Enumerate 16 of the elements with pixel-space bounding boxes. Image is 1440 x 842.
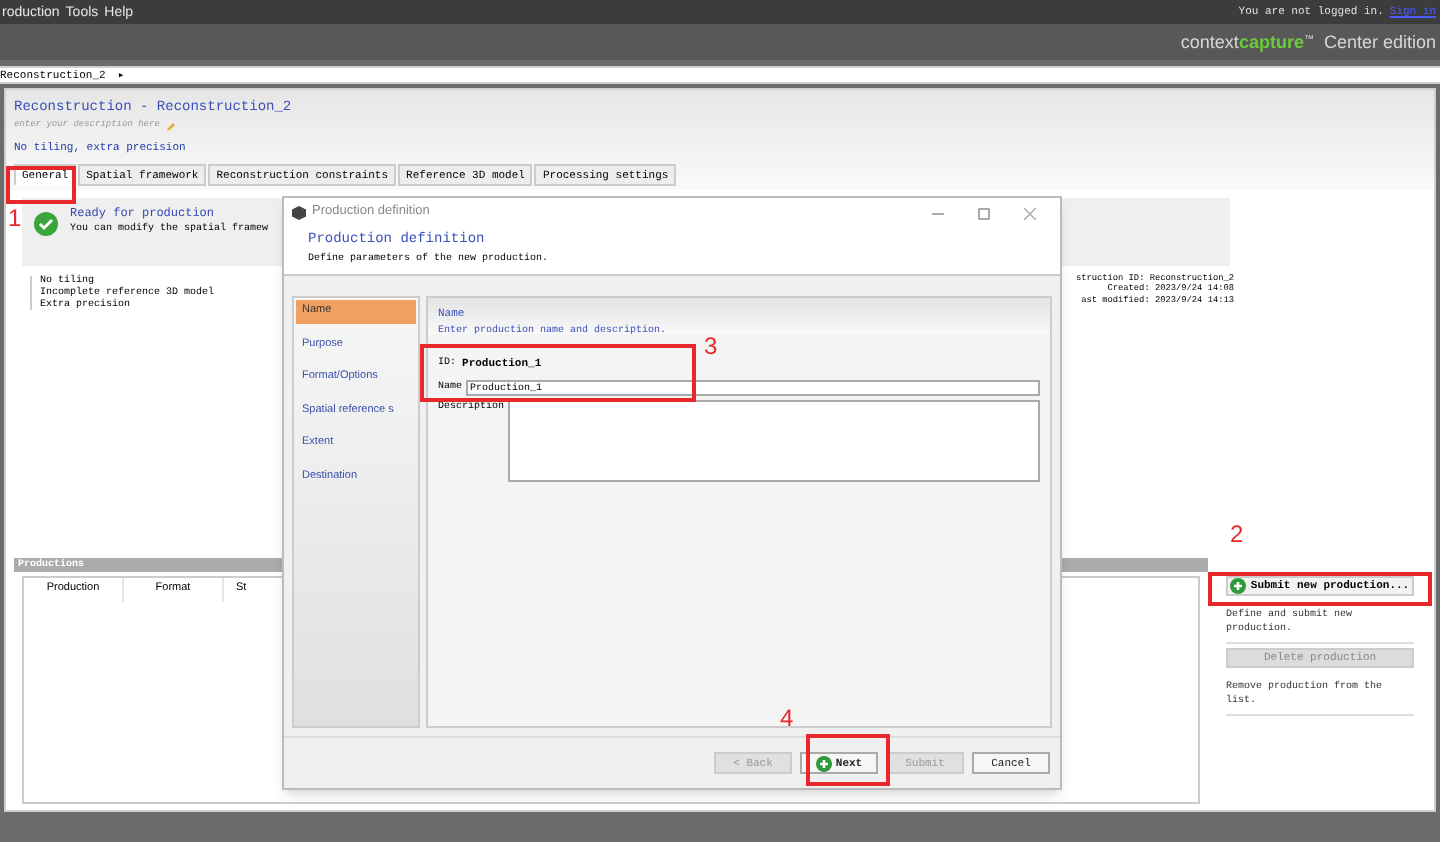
cube-icon xyxy=(292,206,306,220)
minimize-icon[interactable] xyxy=(932,207,944,219)
check-circle-icon xyxy=(34,212,58,236)
pencil-icon[interactable] xyxy=(165,122,176,132)
step-number: 3 xyxy=(704,334,718,358)
highlight-frame xyxy=(6,166,76,204)
step-number: 2 xyxy=(1230,522,1244,546)
edition-label: Center edition xyxy=(1323,33,1436,51)
step-number: 4 xyxy=(780,706,794,730)
brand-logo: contextcapture$^{™}$ xyxy=(1180,33,1314,51)
highlight-frame xyxy=(806,734,890,786)
plus-circle-icon xyxy=(1230,578,1247,594)
description-input[interactable] xyxy=(508,399,1040,481)
maximize-icon[interactable] xyxy=(978,207,990,219)
close-icon[interactable] xyxy=(1024,207,1036,219)
step-number: 1 xyxy=(8,206,22,230)
